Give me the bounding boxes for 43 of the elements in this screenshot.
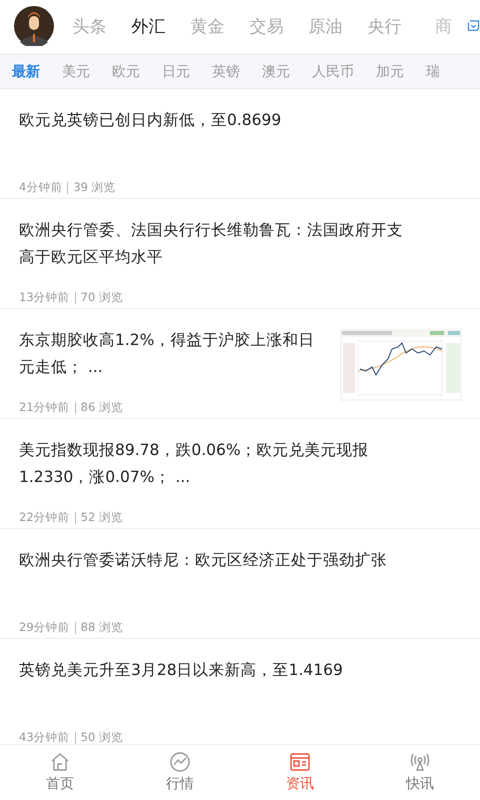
view-count: 88 浏览 bbox=[80, 620, 123, 635]
category-tab[interactable]: 原油 bbox=[296, 14, 355, 38]
currency-tab[interactable]: 加元 bbox=[376, 62, 404, 80]
view-count: 70 浏览 bbox=[80, 290, 123, 305]
nav-tab[interactable]: 首页 bbox=[0, 745, 120, 800]
nav-tab[interactable]: 行情 bbox=[120, 745, 240, 800]
article-time: 4分钟前 bbox=[19, 180, 62, 195]
currency-tab[interactable]: 澳元 bbox=[262, 62, 290, 80]
chart-icon bbox=[169, 751, 191, 773]
category-tab[interactable]: 黄金 bbox=[178, 14, 237, 38]
broadcast-icon bbox=[409, 751, 431, 773]
article-time: 21分钟前 bbox=[19, 400, 70, 415]
article-title[interactable]: 欧洲央行管委诺沃特尼：欧元区经济正处于强劲扩张 bbox=[19, 547, 404, 615]
avatar-icon[interactable] bbox=[14, 6, 54, 46]
view-count: 52 浏览 bbox=[80, 510, 123, 525]
category-tab[interactable]: 商 bbox=[414, 14, 473, 38]
article-title[interactable]: 英镑兑美元升至3月28日以来新高，至1.4169 bbox=[19, 657, 404, 725]
view-count: 39 浏览 bbox=[73, 180, 116, 195]
currency-tab[interactable]: 欧元 bbox=[112, 62, 140, 80]
currency-tab[interactable]: 日元 bbox=[162, 62, 190, 80]
currency-tab[interactable]: 瑞 bbox=[426, 62, 440, 80]
category-tab[interactable]: 头条 bbox=[60, 14, 119, 38]
view-count: 86 浏览 bbox=[80, 400, 123, 415]
view-count: 50 浏览 bbox=[80, 730, 123, 744]
article-time: 43分钟前 bbox=[19, 730, 70, 744]
article-title[interactable]: 东京期胶收高1.2%，得益于沪胶上涨和日元走低； ... bbox=[19, 327, 328, 395]
article-title[interactable]: 欧洲央行管委、法国央行行长维勒鲁瓦：法国政府开支高于欧元区平均水平 bbox=[19, 217, 404, 285]
nav-tab[interactable]: 资讯 bbox=[240, 745, 360, 800]
news-icon bbox=[289, 751, 311, 773]
category-tab[interactable]: 央行 bbox=[355, 14, 414, 38]
currency-tab[interactable]: 人民币 bbox=[312, 62, 354, 80]
currency-tab[interactable]: 最新 bbox=[12, 62, 40, 80]
currency-tab[interactable]: 英镑 bbox=[212, 62, 240, 80]
article-time: 13分钟前 bbox=[19, 290, 70, 305]
category-tab[interactable]: 外汇 bbox=[119, 14, 178, 38]
article-time: 29分钟前 bbox=[19, 620, 70, 635]
article-title[interactable]: 美元指数现报89.78，跌0.06%；欧元兑美元现报1.2330，涨0.07%； ... bbox=[19, 437, 404, 505]
article-time: 22分钟前 bbox=[19, 510, 70, 525]
home-icon bbox=[49, 751, 71, 773]
article-title[interactable]: 欧元兑英镑已创日内新低，至0.8699 bbox=[19, 107, 404, 175]
category-tab[interactable]: 交易 bbox=[237, 14, 296, 38]
currency-tab[interactable]: 美元 bbox=[62, 62, 90, 80]
nav-tab[interactable]: 快讯 bbox=[360, 745, 480, 800]
